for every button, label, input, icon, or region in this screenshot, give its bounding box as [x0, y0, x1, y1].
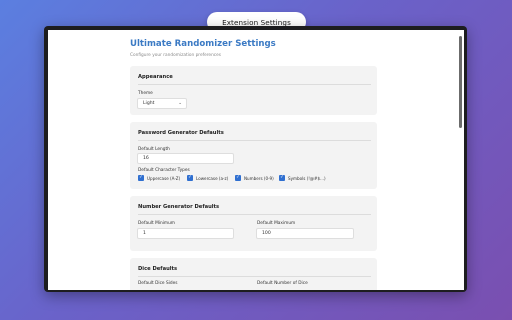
dice-title: Dice Defaults — [138, 266, 178, 272]
chevron-down-icon: ⌄ — [178, 101, 182, 106]
page-title: Ultimate Randomizer Settings — [130, 39, 276, 49]
max-input[interactable]: 100 — [256, 228, 354, 239]
dice-count-label: Default Number of Dice — [257, 281, 308, 286]
number-title: Number Generator Defaults — [138, 204, 220, 210]
dice-sides-label: Default Dice Sides — [138, 281, 178, 286]
divider — [138, 276, 371, 277]
length-label: Default Length — [138, 147, 170, 152]
numbers-label: Numbers (0-9) — [244, 175, 274, 181]
min-label: Default Minimum — [138, 221, 175, 226]
appearance-title: Appearance — [138, 74, 173, 80]
uppercase-label: Uppercase (A-Z) — [147, 175, 181, 181]
max-label: Default Maximum — [257, 221, 296, 226]
min-input[interactable]: 1 — [137, 228, 234, 239]
theme-select-value: Light — [143, 101, 155, 106]
check-icon: ✓ — [279, 174, 285, 181]
divider — [138, 84, 371, 85]
number-card: Number Generator Defaults Default Minimu… — [130, 196, 377, 251]
scrollbar-thumb[interactable] — [459, 36, 462, 128]
settings-page: Ultimate Randomizer Settings Configure y… — [48, 30, 464, 290]
lowercase-label: Lowercase (a-z) — [196, 175, 229, 181]
lowercase-checkbox[interactable]: ✓ Lowercase (a-z) — [187, 175, 228, 181]
numbers-checkbox[interactable]: ✓ Numbers (0-9) — [235, 175, 274, 181]
symbols-checkbox[interactable]: ✓ Symbols (!@#$...) — [279, 175, 326, 181]
page-subtitle: Configure your randomization preferences — [130, 53, 222, 58]
dice-card: Dice Defaults Default Dice Sides Default… — [130, 258, 377, 290]
check-icon: ✓ — [138, 174, 144, 181]
divider — [138, 214, 371, 215]
check-icon: ✓ — [235, 174, 241, 181]
max-value: 100 — [262, 231, 271, 236]
min-value: 1 — [143, 231, 146, 236]
char-types-label: Default Character Types — [138, 168, 190, 173]
check-icon: ✓ — [187, 174, 193, 181]
password-title: Password Generator Defaults — [138, 130, 224, 136]
theme-select[interactable]: Light ⌄ — [137, 98, 187, 109]
length-input[interactable]: 16 — [137, 153, 234, 164]
divider — [138, 140, 371, 141]
theme-label: Theme — [138, 91, 153, 96]
length-value: 16 — [143, 156, 149, 161]
symbols-label: Symbols (!@#$...) — [288, 175, 326, 181]
appearance-card: Appearance Theme Light ⌄ — [130, 66, 377, 115]
uppercase-checkbox[interactable]: ✓ Uppercase (A-Z) — [138, 175, 180, 181]
password-card: Password Generator Defaults Default Leng… — [130, 122, 377, 189]
